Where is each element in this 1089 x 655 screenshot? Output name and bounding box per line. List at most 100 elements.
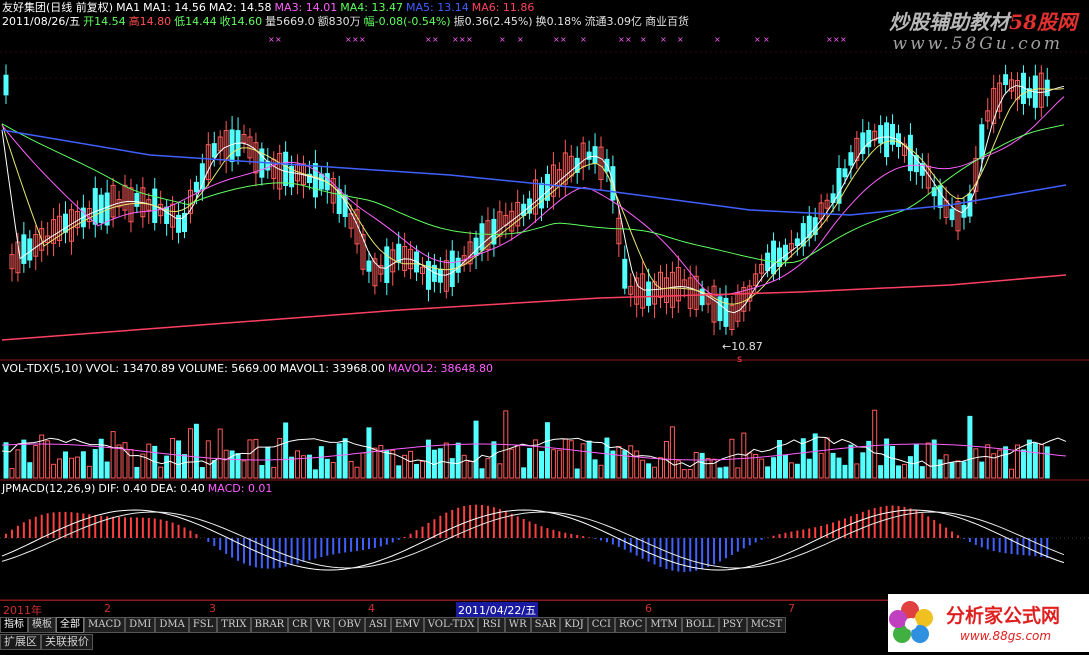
volume-bar — [485, 458, 491, 479]
volume-bar — [259, 465, 265, 479]
quote-low: 低14.44 — [174, 15, 217, 28]
candle-body — [848, 152, 854, 166]
volume-bar — [336, 443, 342, 479]
marker-x: × — [660, 35, 667, 44]
volume-bar — [420, 460, 425, 479]
candle-body — [318, 173, 324, 190]
volume-bar — [253, 438, 259, 479]
volume-bar — [919, 466, 925, 479]
volume-value: VOLUME: 5669.00 — [178, 362, 277, 375]
marker-x: × — [352, 35, 359, 44]
marker-x: × — [640, 35, 647, 44]
tab-vol-tdx[interactable]: VOL-TDX — [423, 617, 479, 633]
date-label-4: 4 — [368, 602, 375, 615]
volume-bar — [812, 433, 818, 479]
volume-bar — [771, 457, 777, 479]
volume-bar — [866, 440, 872, 479]
tab-mcst[interactable]: MCST — [746, 617, 787, 633]
volume-bar — [955, 460, 961, 479]
volume-bar — [414, 463, 420, 479]
candle-body — [193, 181, 199, 193]
date-label-3: 3 — [209, 602, 216, 615]
marker-x: × — [580, 35, 587, 44]
candle-body — [283, 151, 289, 187]
volume-bar — [562, 438, 568, 479]
volume-bar — [21, 439, 27, 479]
volume-bar — [295, 450, 301, 479]
stock-chart[interactable]: × × × × × × × × × × × × × × × × × × × × × × × × × ×s — [0, 0, 1089, 600]
mavol1-value: MAVOL1: 33968.00 — [279, 362, 385, 375]
tab-emv[interactable]: EMV — [390, 617, 424, 633]
bottom-tabbar: 扩展区 关联报价 — [0, 634, 93, 650]
date-label-7: 7 — [788, 602, 795, 615]
quote-close: 收14.60 — [219, 15, 263, 28]
volume-bar — [800, 438, 806, 479]
volume-bar — [1026, 439, 1032, 479]
volume-bar — [45, 440, 51, 479]
tab-cr[interactable]: CR — [288, 617, 312, 633]
tab-obv[interactable]: OBV — [334, 617, 365, 633]
tab-fsl[interactable]: FSL — [188, 617, 218, 633]
candle-body — [437, 268, 443, 283]
tab-all[interactable]: 全部 — [56, 617, 84, 633]
volume-bar — [515, 445, 521, 479]
tab-trix[interactable]: TRIX — [217, 617, 251, 633]
tab-psy[interactable]: PSY — [718, 617, 747, 633]
tab-rsi[interactable]: RSI — [478, 617, 505, 633]
watermark-url: www.58Gu.com — [892, 34, 1063, 54]
tab-sar[interactable]: SAR — [530, 617, 561, 633]
tab-template[interactable]: 模板 — [28, 617, 56, 633]
volume-bar — [217, 428, 223, 479]
volume-bar — [187, 428, 193, 479]
ma3-line — [1, 96, 1065, 296]
quote-amplitude: 振0.36(2.45%) — [453, 15, 533, 28]
tab-mtm[interactable]: MTM — [646, 617, 682, 633]
ma1-value: MA1: 14.56 — [143, 1, 206, 14]
tab-related-quotes[interactable]: 关联报价 — [41, 634, 93, 650]
volume-bar — [681, 469, 687, 479]
volume-bar — [527, 447, 533, 479]
ma1-label: MA1 — [116, 1, 141, 14]
candle-body — [1044, 79, 1050, 97]
volume-bar — [634, 450, 640, 479]
volume-bar — [491, 441, 497, 479]
volume-bar — [271, 466, 277, 479]
volume-bar — [193, 423, 199, 479]
volume-bar — [247, 439, 253, 479]
tab-extension-area[interactable]: 扩展区 — [0, 634, 41, 650]
marker-x: × — [345, 35, 352, 44]
candle-body — [884, 122, 890, 158]
volume-bar — [961, 461, 967, 479]
volume-bar — [384, 449, 390, 479]
tab-dma[interactable]: DMA — [155, 617, 189, 633]
volume-bar — [901, 463, 907, 479]
tab-cci[interactable]: CCI — [587, 617, 615, 633]
marker-x: × — [466, 35, 473, 44]
candle-body — [1003, 74, 1009, 86]
date-label-2011: 2011年 — [3, 604, 42, 617]
tab-roc[interactable]: ROC — [614, 617, 647, 633]
volume-bar — [283, 422, 289, 479]
tab-dmi[interactable]: DMI — [125, 617, 156, 633]
volume-bar — [782, 454, 788, 479]
volume-bar — [3, 442, 9, 479]
tab-vr[interactable]: VR — [311, 617, 335, 633]
marker-x: × — [840, 35, 847, 44]
volume-bar — [848, 444, 854, 479]
marker-x: × — [425, 35, 432, 44]
volume-bar — [1044, 446, 1050, 479]
tab-macd[interactable]: MACD — [84, 617, 126, 633]
tab-asi[interactable]: ASI — [364, 617, 391, 633]
volume-bar — [223, 449, 229, 479]
marker-x: × — [560, 35, 567, 44]
tab-wr[interactable]: WR — [504, 617, 531, 633]
volume-bar — [176, 440, 182, 479]
tab-brar[interactable]: BRAR — [250, 617, 289, 633]
volume-bar — [241, 460, 247, 479]
tab-indicator[interactable]: 指标 — [0, 617, 28, 633]
volume-bar — [574, 468, 580, 479]
volume-bar — [443, 442, 449, 479]
tab-kdj[interactable]: KDJ — [560, 617, 588, 633]
tab-boll[interactable]: BOLL — [681, 617, 719, 633]
volume-bar — [396, 465, 402, 479]
